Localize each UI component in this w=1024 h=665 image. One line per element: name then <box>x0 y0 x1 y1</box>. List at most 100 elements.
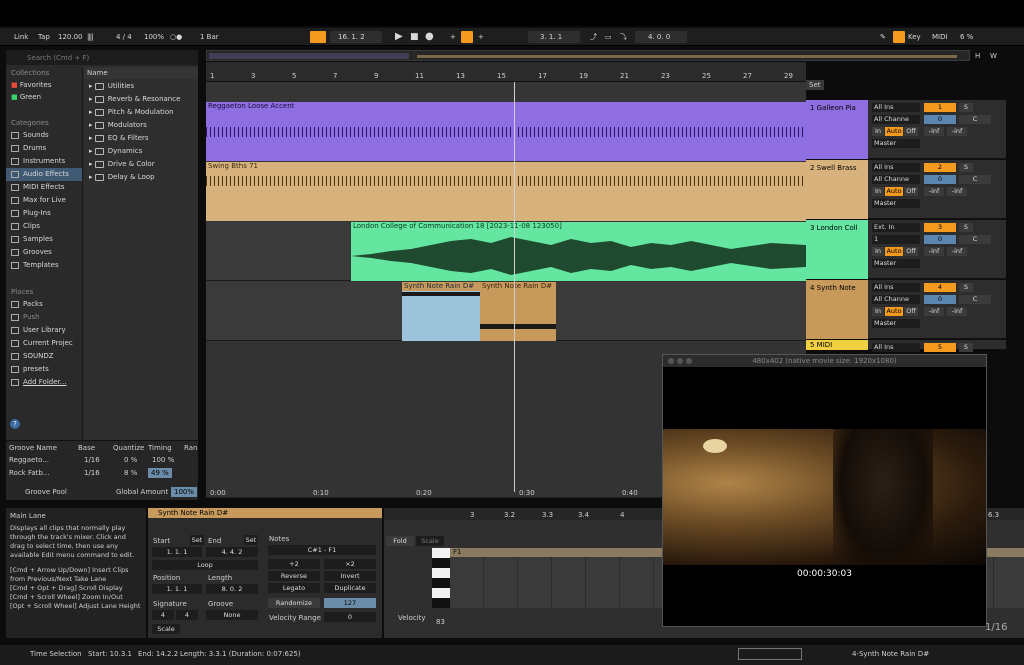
output-dropdown[interactable]: Master <box>872 259 920 268</box>
input-channel-dropdown[interactable]: All Channe <box>872 175 920 184</box>
groove-quantize[interactable]: 0 % <box>124 456 137 464</box>
groove-dropdown[interactable]: None <box>206 610 258 620</box>
groove-timing[interactable]: 49 % <box>148 468 172 478</box>
peak-meter-left[interactable]: -inf <box>924 247 944 256</box>
monitor-auto-button[interactable]: Auto <box>885 127 903 136</box>
track-name[interactable]: 2 Swell Brass <box>806 160 868 219</box>
link-button[interactable]: Link <box>14 31 28 43</box>
track-name[interactable]: 4 Synth Note <box>806 280 868 339</box>
video-window[interactable]: 480x402 (native movie size: 1920x1080) 0… <box>662 354 987 627</box>
category-max-for-live[interactable]: Max for Live <box>6 194 82 207</box>
collection-green[interactable]: ■ Green <box>6 91 82 104</box>
loop-icon[interactable]: ▭ <box>605 31 612 43</box>
solo-button[interactable]: S <box>959 343 973 352</box>
start-set-button[interactable]: Set <box>190 535 204 545</box>
input-type-dropdown[interactable]: All Ins <box>872 343 920 352</box>
track-name[interactable]: 5 MIDI <box>806 340 868 350</box>
punch-out-icon[interactable]: ⤵ <box>620 31 627 43</box>
groove-name[interactable]: Rock Fatb... <box>9 469 50 477</box>
solo-button[interactable]: S <box>959 283 973 292</box>
draw-mode-icon[interactable]: ✎ <box>880 31 886 43</box>
signature-field[interactable]: 4 / 4 <box>116 31 132 43</box>
close-icon[interactable] <box>668 358 674 364</box>
w-button[interactable]: W <box>990 52 997 60</box>
groove-name[interactable]: Reggaeto... <box>9 456 49 464</box>
monitor-off-button[interactable]: Off <box>904 247 918 256</box>
category-samples[interactable]: Samples <box>6 233 82 246</box>
sig-den-field[interactable]: 4 <box>176 610 198 620</box>
list-item[interactable]: ▸ Pitch & Modulation <box>84 106 198 119</box>
peak-meter-right[interactable]: -inf <box>947 127 967 136</box>
category-sounds[interactable]: Sounds <box>6 129 82 142</box>
output-dropdown[interactable]: Master <box>872 199 920 208</box>
minimize-icon[interactable] <box>677 358 683 364</box>
place-current-project[interactable]: Current Projec <box>6 337 82 350</box>
output-dropdown[interactable]: Master <box>872 139 920 148</box>
peak-meter-right[interactable]: -inf <box>947 307 967 316</box>
category-grooves[interactable]: Grooves <box>6 246 82 259</box>
monitor-off-button[interactable]: Off <box>904 307 918 316</box>
track-header[interactable]: 2 Swell Brass All Ins 2 S All Channe 0 C In Auto… <box>806 160 1006 219</box>
peak-meter-right[interactable]: -inf <box>947 187 967 196</box>
monitor-auto-button[interactable]: Auto <box>885 187 903 196</box>
track-lane-4[interactable]: Synth Note Rain D# Synth Note Rain D# <box>206 282 806 341</box>
monitor-auto-button[interactable]: Auto <box>885 307 903 316</box>
stretch-button[interactable]: ×2 <box>324 559 376 569</box>
position-field[interactable]: 1. 1. 1 <box>152 584 202 594</box>
peak-meter-left[interactable]: -inf <box>924 127 944 136</box>
place-presets[interactable]: presets <box>6 363 82 376</box>
midi-button[interactable]: MIDI <box>932 31 948 43</box>
loop-switch-icon[interactable]: ○● <box>170 31 182 43</box>
track-name[interactable]: 1 Galleon Pia <box>806 100 868 159</box>
input-channel-dropdown[interactable]: All Channe <box>872 115 920 124</box>
loop-start-field[interactable]: 3. 1. 1 <box>540 31 562 43</box>
quantize-dropdown[interactable]: 1 Bar <box>200 31 219 43</box>
place-soundz[interactable]: SOUNDZ <box>6 350 82 363</box>
scale-button[interactable]: Scale <box>152 624 180 634</box>
arrangement-overview[interactable] <box>206 50 970 61</box>
place-packs[interactable]: Packs <box>6 298 82 311</box>
solo-button[interactable]: S <box>959 163 973 172</box>
groove-base[interactable]: 1/16 <box>84 469 100 477</box>
invert-button[interactable]: Invert <box>324 571 376 581</box>
track-name[interactable]: 3 London Coll <box>806 220 868 279</box>
follow-button[interactable] <box>310 31 326 43</box>
maximize-icon[interactable] <box>686 358 692 364</box>
pan-field[interactable]: C <box>959 175 991 184</box>
bar-ruler[interactable]: 1 3 5 7 9 11 13 15 17 19 21 23 25 27 29 <box>206 62 806 82</box>
track-number-button[interactable]: 4 <box>924 283 956 292</box>
list-item[interactable]: ▸ Delay & Loop <box>84 171 198 184</box>
pan-field[interactable]: C <box>959 295 991 304</box>
midi-clip[interactable]: Synth Note Rain D# <box>480 282 556 341</box>
category-drums[interactable]: Drums <box>6 142 82 155</box>
tempo-field[interactable]: 120.00 <box>58 31 83 43</box>
list-item[interactable]: ▸ Drive & Color <box>84 158 198 171</box>
monitor-in-button[interactable]: In <box>872 187 884 196</box>
list-item[interactable]: ▸ Modulators <box>84 119 198 132</box>
category-templates[interactable]: Templates <box>6 259 82 272</box>
fold-button[interactable]: Fold <box>386 536 414 546</box>
monitor-off-button[interactable]: Off <box>904 187 918 196</box>
groove-quantize[interactable]: 8 % <box>124 469 137 477</box>
category-instruments[interactable]: Instruments <box>6 155 82 168</box>
video-title[interactable]: 480x402 (native movie size: 1920x1080) <box>663 355 986 367</box>
name-column-header[interactable]: Name <box>84 67 198 79</box>
track-number-button[interactable]: 3 <box>924 223 956 232</box>
list-item[interactable]: ▸ Reverb & Resonance <box>84 93 198 106</box>
reverse-button[interactable]: Reverse <box>268 571 320 581</box>
audio-clip[interactable]: Reggaeton Loose Accent <box>206 102 806 161</box>
set-button[interactable]: Set <box>806 80 824 90</box>
metronome-icon[interactable]: |||| <box>87 31 94 43</box>
end-set-button[interactable]: Set <box>244 535 258 545</box>
end-field[interactable]: 4. 4. 2 <box>206 547 258 557</box>
input-type-dropdown[interactable]: All Ins <box>872 103 920 112</box>
category-plug-ins[interactable]: Plug-Ins <box>6 207 82 220</box>
input-type-dropdown[interactable]: Ext. In <box>872 223 920 232</box>
volume-field[interactable]: 0 <box>924 175 956 184</box>
input-type-dropdown[interactable]: All Ins <box>872 283 920 292</box>
solo-button[interactable]: S <box>959 223 973 232</box>
stop-icon[interactable]: ■ <box>410 31 419 43</box>
output-dropdown[interactable]: Master <box>872 319 920 328</box>
mini-scrollbar[interactable] <box>738 648 802 660</box>
track-header[interactable]: 4 Synth Note All Ins 4 S All Channe 0 C In Auto O… <box>806 280 1006 339</box>
